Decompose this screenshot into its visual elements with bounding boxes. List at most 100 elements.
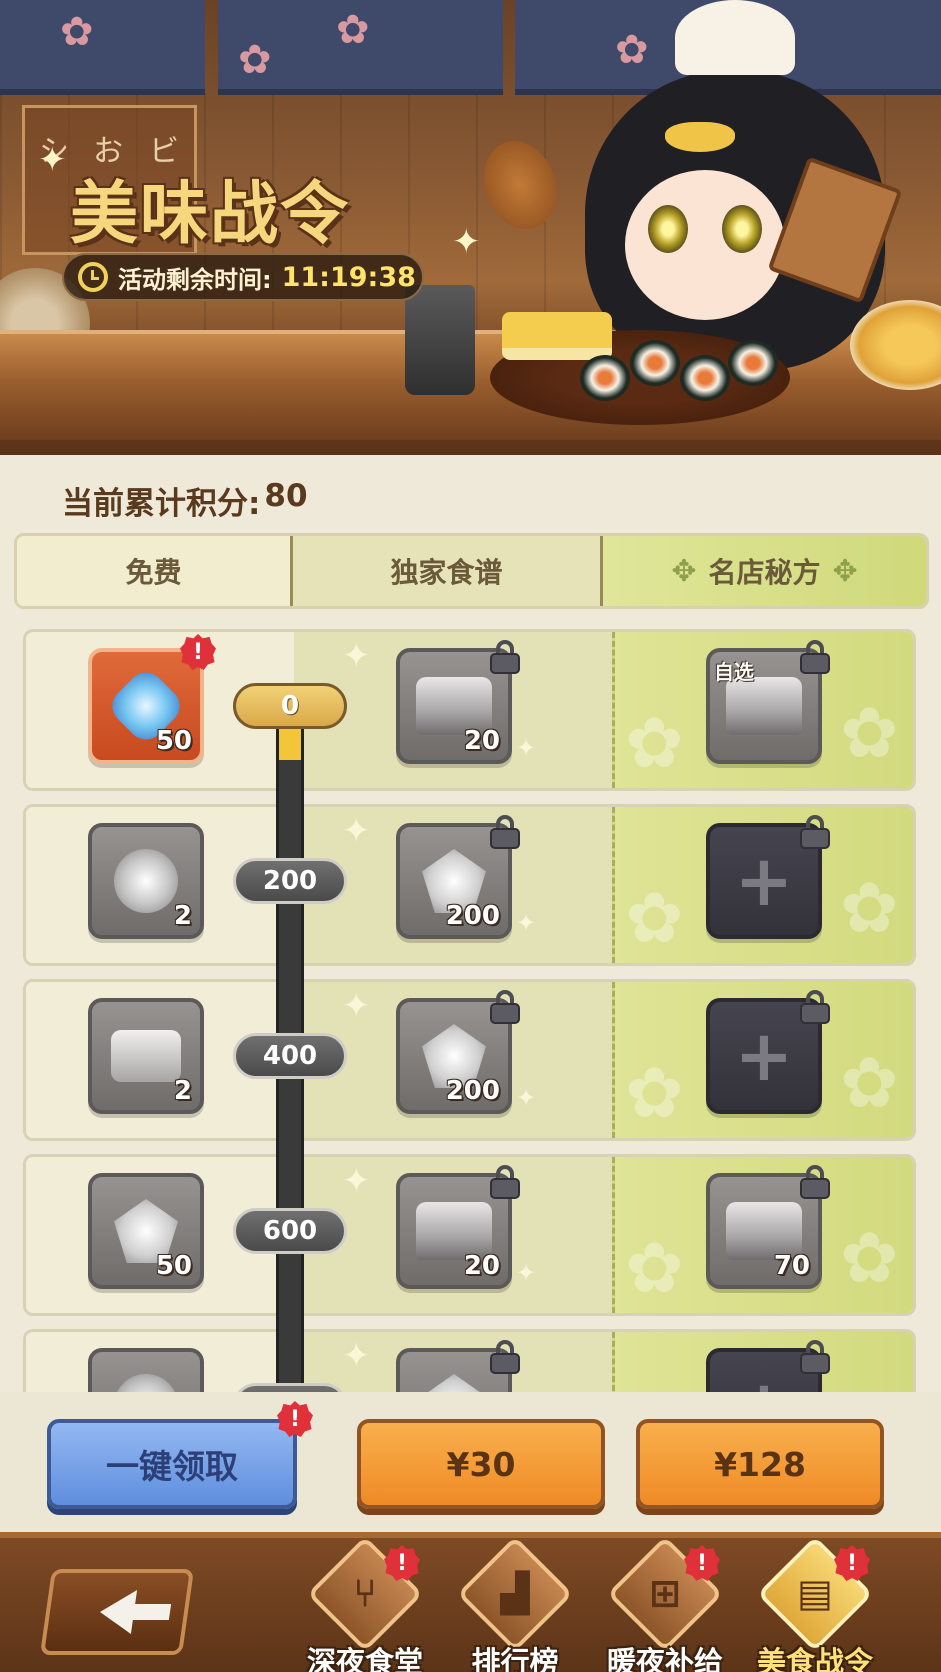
- item-count: 20: [463, 1251, 500, 1281]
- sushi-roll: [680, 355, 730, 401]
- reward-item-helmet[interactable]: [88, 1348, 204, 1392]
- mascot-eye: [722, 205, 762, 253]
- penguin-beak: [665, 122, 735, 152]
- sparkle-icon: ✦: [452, 222, 481, 262]
- helmet-icon: [114, 1374, 178, 1392]
- flower-icon: ✿: [625, 1227, 684, 1309]
- milestone-badge: [233, 1383, 347, 1392]
- tier-exclusive-recipe: 独家食谱: [293, 536, 603, 606]
- reward-row: ✦ ✦ ✿ ✿ 50 ! 20 自选: [23, 629, 916, 791]
- nav-label: 美食战令: [756, 1645, 873, 1672]
- price-label: ¥30: [446, 1444, 516, 1484]
- clover-icon: ✥: [671, 553, 697, 589]
- tier-famous-secret: ✥ 名店秘方 ✥: [603, 536, 926, 606]
- nav-label: 排行榜: [471, 1645, 559, 1672]
- plus-icon: +: [734, 840, 794, 922]
- item-count: 50: [155, 1251, 192, 1281]
- milestone-badge: 0: [233, 683, 347, 729]
- tier-label: 免费: [125, 556, 182, 589]
- reward-item-gem[interactable]: 200: [396, 990, 520, 1114]
- sparkle-icon: ✦: [342, 636, 371, 676]
- claim-all-button[interactable]: 一键领取 !: [47, 1401, 313, 1509]
- current-score: 当前累计积分: 80: [62, 478, 308, 522]
- reward-row: ✦ +: [23, 1329, 916, 1392]
- reward-item-scroll[interactable]: 2: [88, 998, 204, 1114]
- item-count: 2: [173, 1076, 192, 1106]
- sparkle-icon: ✦: [516, 1259, 537, 1287]
- sushi-roll: [630, 340, 680, 386]
- sparkle-icon: ✦: [516, 734, 537, 762]
- milestone-badge: 400: [233, 1033, 347, 1079]
- nav-label: 深夜食堂: [306, 1645, 423, 1672]
- nav-food-battle-pass[interactable]: ▤ ! 美食战令: [750, 1536, 880, 1672]
- helmet-icon: [114, 849, 178, 913]
- nav-late-night-diner[interactable]: ⑂ ! 深夜食堂: [300, 1536, 430, 1672]
- noren-curtain: ✿ ✿: [218, 0, 503, 95]
- tier-label: 独家食谱: [390, 556, 503, 589]
- flower-icon: ✿: [625, 702, 684, 784]
- tier-free: 免费: [17, 536, 293, 606]
- notebook-icon: ▤: [797, 1571, 833, 1615]
- tamago-sushi: [502, 312, 612, 360]
- claim-all-label: 一键领取: [106, 1447, 238, 1486]
- reward-item-helmet[interactable]: 2: [88, 823, 204, 939]
- timer-label: 活动剩余时间:: [118, 265, 272, 294]
- event-banner: ✿ ✿ ✿ ✿ シ お ビ ✦ ✦ 美味战令 活动剩余时间: 11:19:38: [0, 0, 941, 455]
- sakura-icon: ✿: [336, 7, 370, 53]
- nav-warm-night-supply[interactable]: ⊞ ! 暖夜补给: [600, 1536, 730, 1672]
- mascot-face: [625, 170, 785, 320]
- clock-icon: [78, 262, 108, 292]
- podium-icon: ▟: [500, 1571, 530, 1615]
- lock-icon: [800, 1165, 830, 1199]
- plus-icon: +: [735, 1371, 794, 1392]
- flower-icon: ✿: [625, 1052, 684, 1134]
- basket-icon: ⊞: [649, 1571, 681, 1615]
- reward-item-choice-chest[interactable]: 自选: [706, 640, 830, 764]
- nav-leaderboard[interactable]: ▟ 排行榜: [450, 1536, 580, 1672]
- mascot-eye: [648, 205, 688, 253]
- score-label: 当前累计积分:: [62, 486, 261, 522]
- reward-row: ✦ ✦ ✿ ✿ 50 20 70: [23, 1154, 916, 1316]
- choice-tag: 自选: [714, 660, 754, 684]
- nav-label: 暖夜补给: [606, 1645, 723, 1672]
- sparkle-icon: ✦: [342, 1161, 371, 1201]
- sparkle-icon: ✦: [342, 986, 371, 1026]
- event-title: 美味战令: [70, 175, 351, 254]
- lock-icon: [490, 815, 520, 849]
- price-label: ¥128: [714, 1444, 806, 1484]
- empty-reward-slot[interactable]: +: [706, 815, 830, 939]
- lock-icon: [490, 1340, 520, 1374]
- reward-item-gem[interactable]: 50: [88, 1173, 204, 1289]
- sakura-icon: ✿: [238, 37, 272, 83]
- reward-item-diamond[interactable]: 50 !: [88, 634, 216, 764]
- armor-chest-icon: [726, 677, 802, 735]
- arrow-left-icon: [96, 1590, 138, 1634]
- empty-reward-slot[interactable]: +: [706, 990, 830, 1114]
- item-count: 200: [445, 901, 500, 931]
- reward-item-chest[interactable]: 20: [396, 1165, 520, 1289]
- sparkle-icon: ✦: [342, 1336, 371, 1376]
- plus-icon: +: [734, 1015, 794, 1097]
- sparkle-icon: ✦: [516, 1084, 537, 1112]
- empty-reward-slot[interactable]: +: [706, 1340, 830, 1392]
- sakura-icon: ✿: [60, 9, 94, 55]
- reward-item-gem[interactable]: [396, 1340, 520, 1392]
- score-value: 80: [264, 478, 308, 514]
- reward-item-chest[interactable]: 70: [706, 1165, 830, 1289]
- reward-list[interactable]: ✦ ✦ ✿ ✿ 50 ! 20 自选 ✦ ✦ ✿ ✿ 2 200 + ✦ ✦ ✿…: [0, 622, 941, 1392]
- sushi-roll: [728, 340, 778, 386]
- sparkle-icon: ✦: [342, 811, 371, 851]
- back-button[interactable]: [39, 1569, 195, 1655]
- scroll-icon: [111, 1030, 181, 1082]
- tier-label: 名店秘方: [708, 556, 821, 589]
- flower-icon: ✿: [840, 1042, 899, 1124]
- reward-item-chest[interactable]: 20: [396, 640, 520, 764]
- buy-exclusive-button[interactable]: ¥30: [357, 1419, 605, 1509]
- clover-icon: ✥: [832, 553, 858, 589]
- noren-curtain: ✿: [0, 0, 205, 95]
- buy-premium-button[interactable]: ¥128: [636, 1419, 884, 1509]
- lock-icon: [800, 990, 830, 1024]
- sparkle-icon: ✦: [516, 909, 537, 937]
- reward-item-gem[interactable]: 200: [396, 815, 520, 939]
- milestone-badge: 200: [233, 858, 347, 904]
